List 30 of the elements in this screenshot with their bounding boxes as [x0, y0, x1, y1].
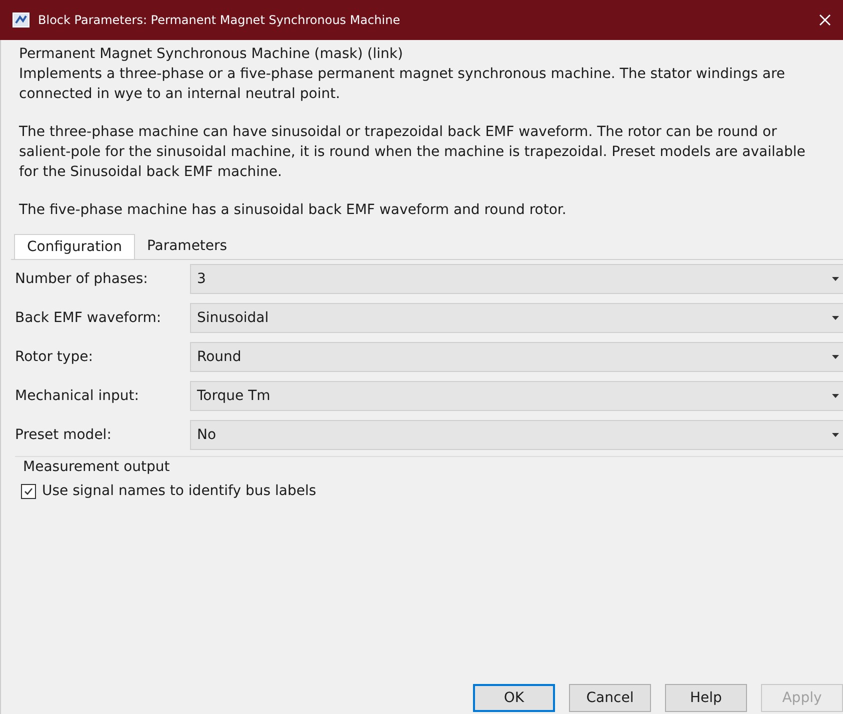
field-label: Rotor type: [14, 349, 94, 365]
block-heading: Permanent Magnet Synchronous Machine (mask) (link) [19, 45, 404, 64]
dropdown[interactable]: 3 [190, 264, 843, 294]
close-icon[interactable] [819, 14, 831, 26]
caret-icon [832, 277, 839, 281]
check-icon [23, 486, 34, 496]
dialog-button[interactable]: Help [665, 684, 747, 712]
dropdown[interactable]: Torque Tm [190, 381, 843, 411]
checkbox[interactable] [21, 484, 36, 498]
window-title: Block Parameters: Permanent Magnet Synchronous Machine [38, 13, 402, 27]
field-label: Preset model: [14, 427, 112, 443]
description-text: The three-phase machine can have sinusoidal or trapezoidal back EMF waveform. The rotor can be round or salient-pole for the sinusoidal machine, it is round when the machine is trapezoidal. Preset models are available for the Sinusoidal back EMF machine. [19, 123, 806, 182]
group-title: Measurement output [23, 459, 170, 475]
block-icon [12, 11, 30, 29]
caret-icon [832, 316, 839, 320]
dropdown[interactable]: Sinusoidal [190, 303, 843, 333]
checkbox-label: Use signal names to identify bus labels [42, 483, 316, 499]
caret-icon [832, 394, 839, 398]
dialog-button[interactable]: Cancel [569, 684, 651, 712]
dialog-button[interactable]: OK [473, 684, 555, 712]
caret-icon [832, 433, 839, 437]
field-label: Mechanical input: [14, 388, 140, 404]
dropdown[interactable]: Round [190, 342, 843, 372]
description-text: The five-phase machine has a sinusoidal back EMF waveform and round rotor. [19, 201, 568, 220]
dropdown[interactable]: No [190, 420, 843, 450]
description-text: Implements a three-phase or a five-phase permanent magnet synchronous machine. The stator windings are connected in wye to an internal neutral point. [19, 65, 786, 104]
tab[interactable]: Configuration [14, 234, 135, 259]
field-label: Number of phases: [14, 271, 149, 287]
caret-icon [832, 355, 839, 359]
field-label: Back EMF waveform: [14, 310, 162, 326]
